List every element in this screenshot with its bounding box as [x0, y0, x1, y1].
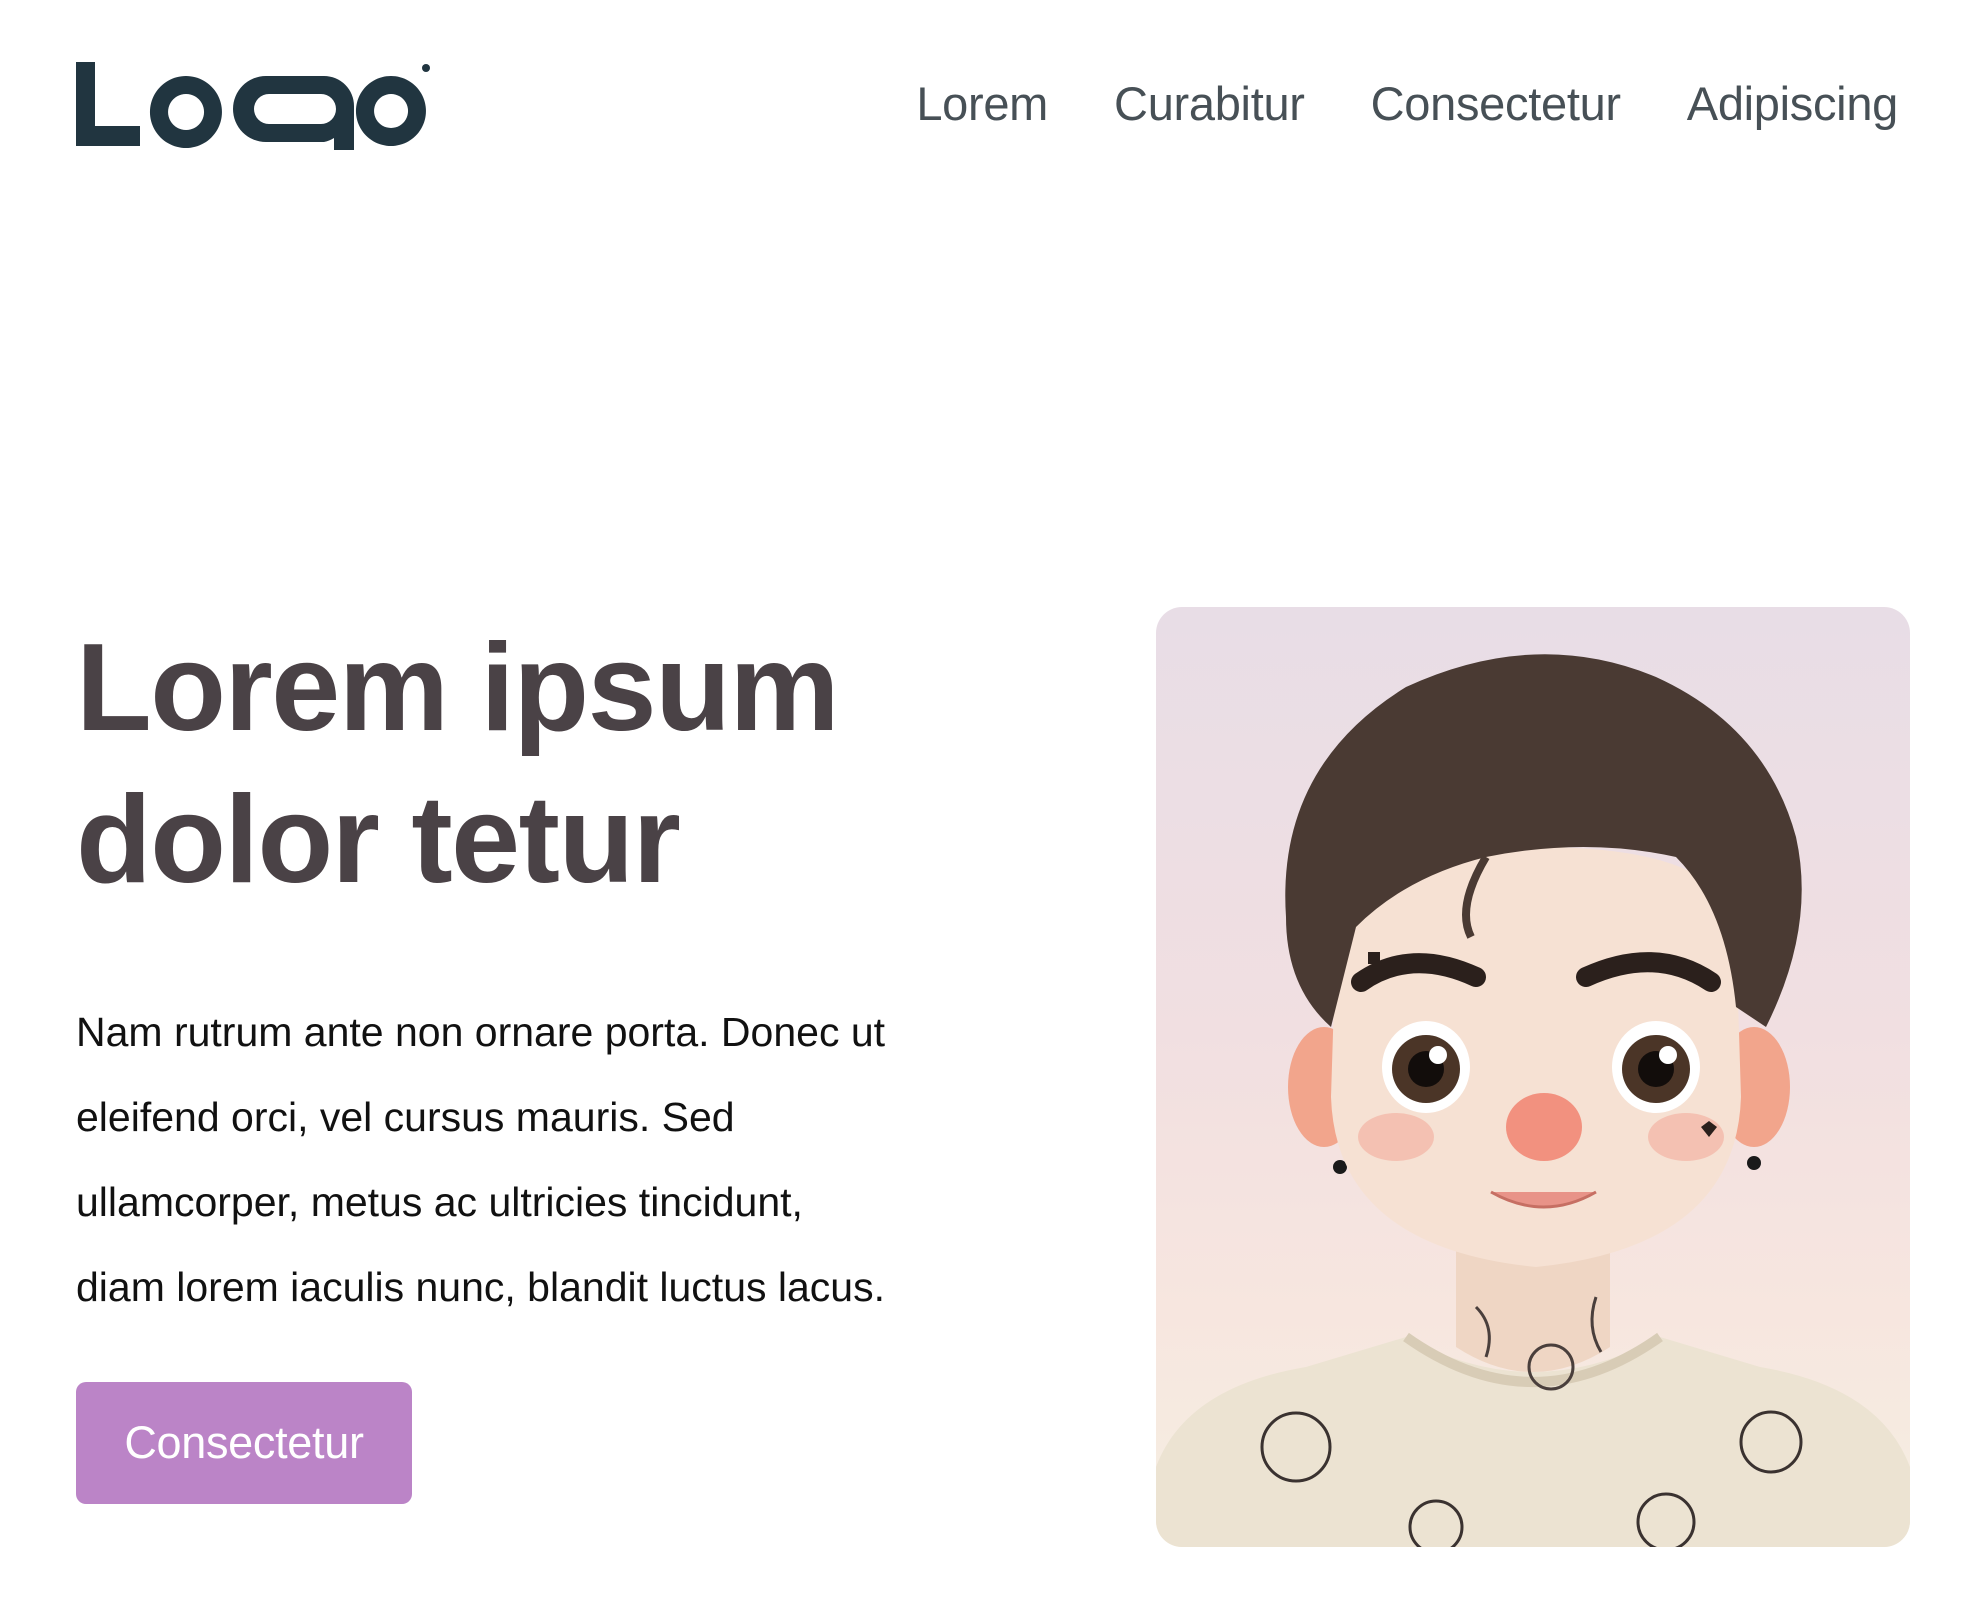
- nav-item-lorem[interactable]: Lorem: [916, 76, 1048, 131]
- hero-paragraph-line-3: ullamcorper, metus ac ultricies tincidun…: [76, 1179, 803, 1225]
- hero-title-line-1: Lorem ipsum: [76, 619, 840, 757]
- right-earring: [1747, 1156, 1761, 1170]
- page: Lorem Curabitur Consectetur Adipiscing L…: [0, 0, 1986, 1618]
- hero-title-line-2: dolor tetur: [76, 771, 681, 909]
- logo-letter-o: [149, 76, 222, 148]
- logo-letter-g: [233, 76, 354, 150]
- nav-item-consectetur[interactable]: Consectetur: [1371, 76, 1621, 131]
- logo[interactable]: [76, 62, 432, 150]
- cta-button[interactable]: Consectetur: [76, 1382, 412, 1504]
- logo-letter-o-2: [355, 76, 426, 146]
- hero-paragraph: Nam rutrum ante non ornare porta. Donec …: [76, 990, 1016, 1330]
- portrait-illustration: [1156, 654, 1910, 1547]
- right-eye-highlight: [1659, 1046, 1677, 1064]
- nav-item-adipiscing[interactable]: Adipiscing: [1687, 76, 1899, 131]
- hero-paragraph-line-2: eleifend orci, vel cursus mauris. Sed: [76, 1094, 735, 1140]
- right-cheek: [1648, 1113, 1724, 1161]
- nose: [1506, 1093, 1582, 1161]
- logo-letter-l: [76, 62, 140, 146]
- hero-paragraph-line-4: diam lorem iaculis nunc, blandit luctus …: [76, 1264, 885, 1310]
- hero-paragraph-line-1: Nam rutrum ante non ornare porta. Donec …: [76, 1009, 886, 1055]
- hero-image: [1156, 607, 1910, 1547]
- left-cheek: [1358, 1113, 1434, 1161]
- left-eye-highlight: [1429, 1046, 1447, 1064]
- main-nav: Lorem Curabitur Consectetur Adipiscing: [916, 76, 1898, 131]
- nav-item-curabitur[interactable]: Curabitur: [1114, 76, 1305, 131]
- site-header: Lorem Curabitur Consectetur Adipiscing: [0, 0, 1986, 210]
- logo-registered-mark: [422, 64, 430, 72]
- hero-title: Lorem ipsum dolor tetur: [76, 612, 976, 916]
